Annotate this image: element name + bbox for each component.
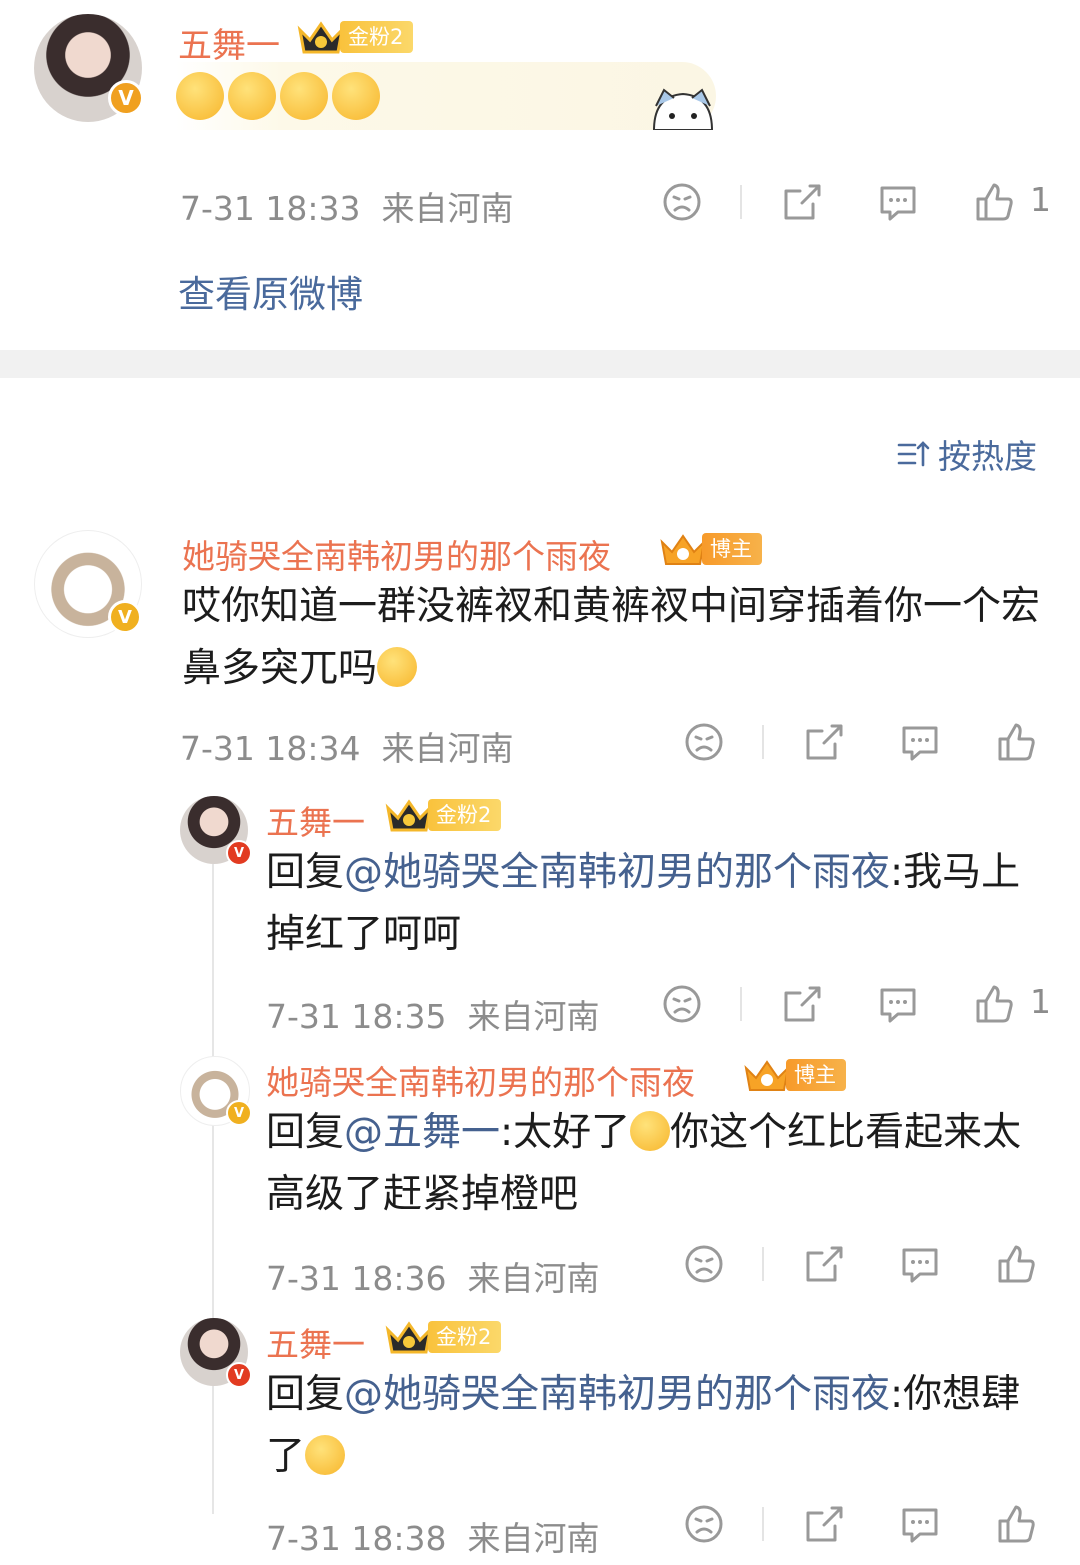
tongue-face-emoji — [377, 647, 418, 687]
like-count: 1 — [1030, 982, 1051, 1021]
reply-text: 回复@五舞一:太好了 你这个红比看起来太高级了赶紧掉橙吧 — [266, 1110, 1022, 1217]
comment-icon[interactable] — [898, 720, 942, 764]
fan-badge[interactable]: 金粉2 — [384, 798, 502, 832]
fan-badge-label: 金粉2 — [428, 1321, 502, 1353]
dislike-face-icon[interactable] — [682, 1502, 726, 1546]
verified-badge-icon: V — [226, 1362, 252, 1388]
share-icon[interactable] — [802, 1502, 846, 1546]
reply-actions — [682, 1502, 1062, 1552]
like-icon[interactable] — [972, 180, 1016, 224]
reply-actions: 1 — [660, 982, 1060, 1032]
emoji-row — [176, 62, 716, 130]
reply-time: 7-31 18:36 来自河南 — [266, 1259, 600, 1298]
crown-icon — [660, 534, 706, 565]
like-icon[interactable] — [994, 720, 1038, 764]
comment-actions — [682, 720, 1062, 770]
like-icon[interactable] — [994, 1242, 1038, 1286]
host-badge[interactable]: 博主 — [742, 1058, 846, 1092]
author-name[interactable]: 五舞一 — [178, 18, 280, 67]
avatar[interactable]: V — [180, 1056, 252, 1126]
reply-text: 回复@她骑哭全南韩初男的那个雨夜:你想肆了 — [266, 1372, 1021, 1479]
avatar[interactable]: V — [180, 796, 252, 866]
reply-time: 7-31 18:35 来自河南 — [266, 997, 600, 1036]
dislike-face-icon[interactable] — [660, 180, 704, 224]
comment-icon[interactable] — [898, 1502, 942, 1546]
like-icon[interactable] — [972, 982, 1016, 1026]
dislike-face-icon[interactable] — [682, 720, 726, 764]
comment-icon[interactable] — [898, 1242, 942, 1286]
crown-icon — [385, 799, 433, 832]
angry-face-emoji — [280, 72, 328, 120]
comment-icon[interactable] — [876, 982, 920, 1026]
verified-badge-icon: V — [108, 80, 144, 116]
mention-link[interactable]: @五舞一 — [344, 1110, 500, 1155]
fan-badge[interactable]: 金粉2 — [384, 1320, 502, 1354]
sort-icon — [897, 441, 930, 467]
author-name[interactable]: 她骑哭全南韩初男的那个雨夜 — [182, 530, 611, 578]
fan-badge-label: 金粉2 — [340, 21, 414, 53]
view-original-link[interactable]: 查看原微博 — [178, 264, 363, 318]
avatar[interactable]: V — [180, 1318, 252, 1388]
share-icon[interactable] — [780, 180, 824, 224]
reply-text: 回复@她骑哭全南韩初男的那个雨夜:我马上掉红了呵呵 — [266, 850, 1021, 957]
verified-badge-icon: V — [226, 1100, 252, 1126]
share-icon[interactable] — [802, 1242, 846, 1286]
dislike-face-icon[interactable] — [660, 982, 704, 1026]
angry-face-emoji — [332, 72, 380, 120]
action-separator — [762, 1507, 764, 1541]
crown-icon — [385, 1321, 433, 1354]
post-actions: 1 — [660, 180, 1060, 230]
avatar[interactable]: V — [34, 14, 144, 122]
author-name[interactable]: 五舞一 — [266, 796, 365, 844]
reply-actions — [682, 1242, 1062, 1292]
fan-badge[interactable]: 金粉2 — [296, 20, 414, 54]
host-badge[interactable]: 博主 — [658, 532, 762, 566]
author-name[interactable]: 五舞一 — [266, 1318, 365, 1366]
post-time: 7-31 18:33 来自河南 — [180, 189, 514, 228]
crown-icon — [297, 21, 345, 54]
share-icon[interactable] — [802, 720, 846, 764]
avatar[interactable]: V — [34, 530, 142, 638]
dislike-face-icon[interactable] — [682, 1242, 726, 1286]
verified-badge-icon: V — [108, 600, 142, 634]
author-name[interactable]: 她骑哭全南韩初男的那个雨夜 — [266, 1056, 695, 1104]
laugh-cry-emoji — [630, 1111, 671, 1151]
action-separator — [740, 987, 742, 1021]
action-separator — [762, 725, 764, 759]
mention-link[interactable]: @她骑哭全南韩初男的那个雨夜 — [344, 1372, 890, 1417]
comment-icon[interactable] — [876, 180, 920, 224]
comment-text: 哎你知道一群没裤衩和黄裤衩中间穿插着你一个宏鼻多突兀吗 — [182, 584, 1041, 691]
action-separator — [740, 185, 742, 219]
host-badge-label: 博主 — [702, 533, 762, 565]
comment-time: 7-31 18:34 来自河南 — [180, 729, 514, 768]
like-count: 1 — [1030, 180, 1051, 219]
share-icon[interactable] — [780, 982, 824, 1026]
like-icon[interactable] — [994, 1502, 1038, 1546]
crown-icon — [744, 1060, 790, 1091]
host-badge-label: 博主 — [786, 1059, 846, 1091]
mention-link[interactable]: @她骑哭全南韩初男的那个雨夜 — [344, 850, 890, 895]
section-divider — [0, 350, 1080, 378]
cat-sticker-icon — [652, 88, 714, 130]
action-separator — [762, 1247, 764, 1281]
sort-label: 按热度 — [938, 437, 1037, 476]
reply-time: 7-31 18:38 来自河南 — [266, 1519, 600, 1558]
laugh-cry-emoji — [305, 1435, 346, 1475]
angry-face-emoji — [176, 72, 224, 120]
reply-thread-line — [212, 864, 214, 1514]
sort-toggle[interactable]: 按热度 — [896, 430, 1037, 478]
angry-face-emoji — [228, 72, 276, 120]
fan-badge-label: 金粉2 — [428, 799, 502, 831]
verified-badge-icon: V — [226, 840, 252, 866]
